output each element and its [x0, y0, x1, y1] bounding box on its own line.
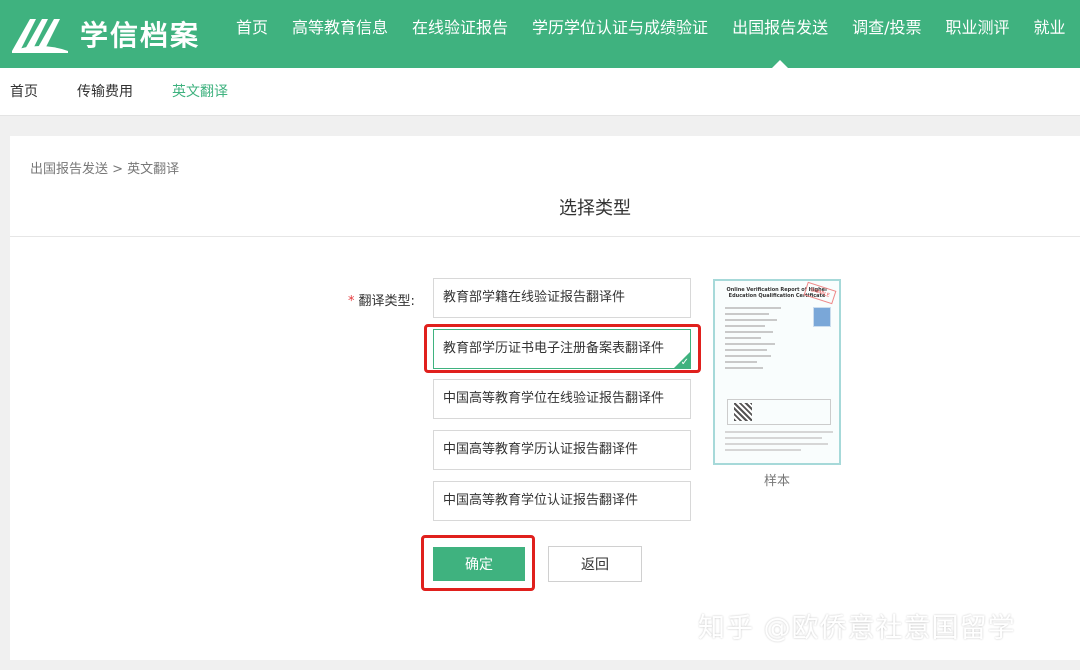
nav-item-higher-education-info[interactable]: 高等教育信息 — [280, 0, 400, 68]
subnav-item-transfer-fee[interactable]: 传输费用 — [77, 68, 133, 116]
book-logo-icon — [12, 19, 68, 53]
main-panel: 出国报告发送 > 英文翻译 选择类型 * 翻译类型: 教育部学籍在线验证报告翻译件… — [10, 136, 1080, 660]
option-label: 教育部学籍在线验证报告翻译件 — [443, 290, 626, 305]
watermark: 知乎 @欧侨意社意国留学 — [698, 613, 1016, 644]
option-label: 中国高等教育学位认证报告翻译件 — [443, 493, 639, 508]
translation-type-label-text: 翻译类型: — [358, 294, 415, 309]
option-label: 中国高等教育学位在线验证报告翻译件 — [443, 391, 665, 406]
sample-caption: 样本 — [763, 474, 790, 489]
divider — [10, 236, 1080, 237]
sub-nav: 首页 传输费用 英文翻译 — [0, 68, 1080, 116]
option-degree-online-verification[interactable]: 中国高等教育学位在线验证报告翻译件 — [433, 379, 691, 419]
photo-icon — [813, 307, 831, 327]
subnav-item-home[interactable]: 首页 — [10, 68, 38, 116]
qr-code-icon — [734, 403, 752, 421]
option-degree-certification[interactable]: 中国高等教育学位认证报告翻译件 — [433, 481, 691, 521]
logo[interactable]: 学信档案 — [10, 10, 200, 58]
option-enrollment-report[interactable]: 教育部学籍在线验证报告翻译件 — [433, 278, 691, 318]
checkmark-icon: ✓ — [680, 357, 689, 368]
option-degree-certificate-registration[interactable]: 教育部学历证书电子注册备案表翻译件 ✓ — [433, 329, 691, 369]
sample-qr-box — [727, 399, 831, 425]
required-mark: * — [348, 294, 355, 309]
sample-stamp: SAMPLE — [803, 281, 837, 305]
page-title: 选择类型 — [559, 198, 631, 219]
option-label: 中国高等教育学历认证报告翻译件 — [443, 442, 639, 457]
logo-text: 学信档案 — [80, 19, 201, 52]
subnav-item-translation[interactable]: 英文翻译 — [172, 68, 228, 116]
breadcrumb: 出国报告发送 > 英文翻译 — [30, 162, 180, 177]
translation-type-label: * 翻译类型: — [348, 290, 415, 309]
nav-item-degree-certification[interactable]: 学历学位认证与成绩验证 — [520, 0, 720, 68]
top-header: 学信档案 首页 高等教育信息 在线验证报告 学历学位认证与成绩验证 出国报告发送… — [0, 0, 1080, 68]
confirm-button[interactable]: 确定 — [433, 547, 525, 581]
option-academic-certification[interactable]: 中国高等教育学历认证报告翻译件 — [433, 430, 691, 470]
sample-document-image[interactable]: Online Verification Report of Higher Edu… — [713, 279, 841, 465]
nav-item-survey[interactable]: 调查/投票 — [840, 0, 933, 68]
sample-footer-lines — [725, 431, 833, 455]
back-button[interactable]: 返回 — [548, 546, 642, 582]
nav-item-career-test[interactable]: 职业测评 — [933, 0, 1021, 68]
main-nav: 首页 高等教育信息 在线验证报告 学历学位认证与成绩验证 出国报告发送 调查/投… — [224, 0, 1078, 68]
option-label: 教育部学历证书电子注册备案表翻译件 — [443, 341, 665, 356]
nav-item-abroad-report[interactable]: 出国报告发送 — [720, 0, 840, 68]
nav-item-online-verification[interactable]: 在线验证报告 — [400, 0, 520, 68]
nav-item-employment[interactable]: 就业 — [1022, 0, 1078, 68]
nav-item-home[interactable]: 首页 — [224, 0, 280, 68]
sample-text-lines — [725, 307, 805, 373]
